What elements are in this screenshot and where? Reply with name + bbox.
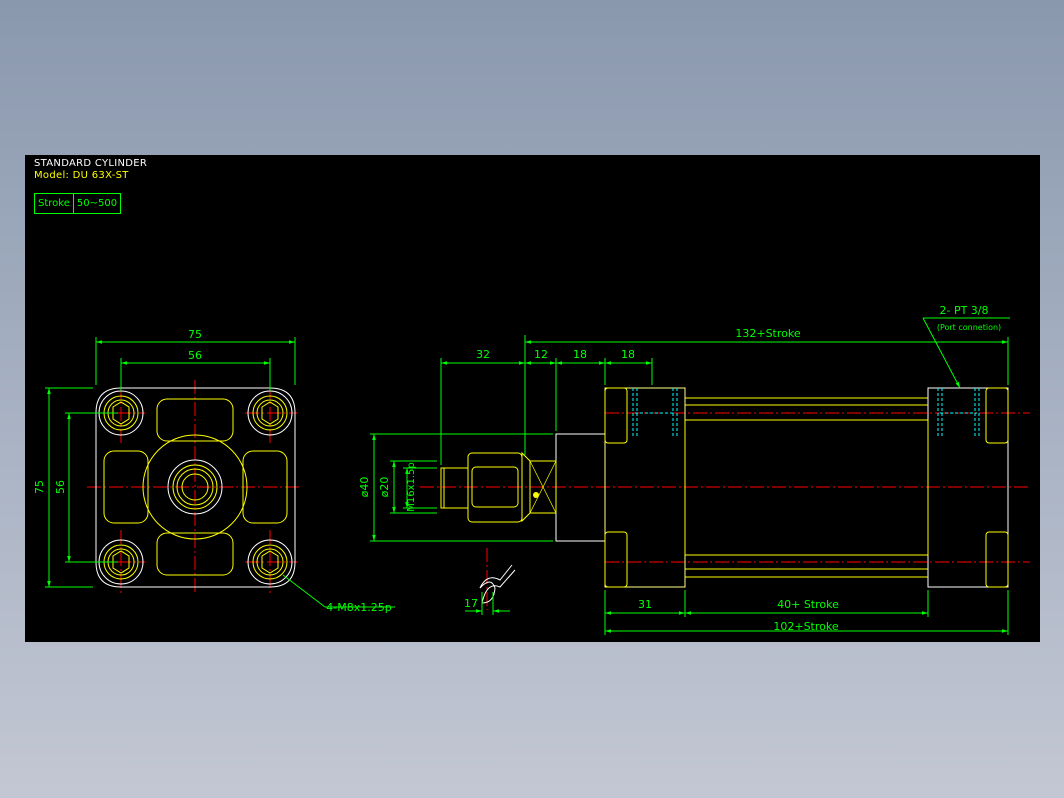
- dim-front-pitch: 56: [188, 349, 202, 362]
- dim-seg-18a: 18: [573, 348, 587, 361]
- port-label: 2- PT 3/8: [939, 304, 988, 317]
- drawing-canvas[interactable]: STANDARD CYLINDER Model: DU 63X-ST Strok…: [25, 155, 1040, 642]
- front-view: 75 56 75 56 4-M8x1.25p: [33, 328, 395, 614]
- wrench-sketch: [479, 564, 516, 604]
- side-view: 32 12 18 18 132+Stroke 31 40+ Stroke 102…: [358, 304, 1030, 635]
- dim-front-width: 75: [188, 328, 202, 341]
- dim-seg-12: 12: [534, 348, 548, 361]
- dim-wrench: 17: [464, 597, 478, 610]
- dim-front-pitch-v: 56: [54, 480, 67, 494]
- dim-seg-40: 40+ Stroke: [777, 598, 839, 611]
- side-thread: [440, 467, 469, 509]
- dim-total-top: 132+Stroke: [735, 327, 800, 340]
- cad-drawing: 75 56 75 56 4-M8x1.25p 32 12 18 18 132+S…: [33, 304, 1030, 635]
- dim-total-bottom: 102+Stroke: [773, 620, 838, 633]
- dim-bolt-callout: 4-M8x1.25p: [326, 601, 391, 614]
- dim-thread: M16x1.5p: [406, 462, 417, 512]
- dim-rod-length: 32: [476, 348, 490, 361]
- dim-front-height: 75: [33, 480, 46, 494]
- dim-seg-31: 31: [638, 598, 652, 611]
- dim-dia-20: ø20: [378, 477, 391, 498]
- dim-seg-18b: 18: [621, 348, 635, 361]
- dim-dia-40: ø40: [358, 477, 371, 498]
- port-sublabel: (Port connetion): [937, 323, 1001, 332]
